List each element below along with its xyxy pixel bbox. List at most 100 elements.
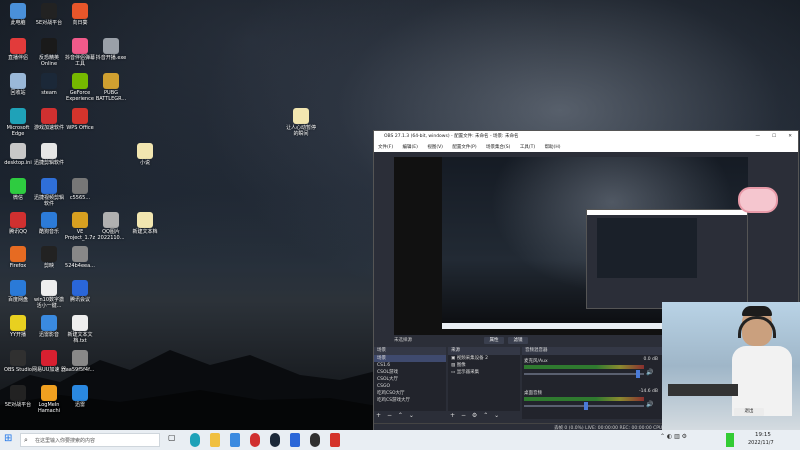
menu-view[interactable]: 视图(V) xyxy=(427,145,443,150)
desktop-icon-label: 新建文本文 档.txt xyxy=(67,332,93,344)
remove-scene-icon[interactable]: − xyxy=(387,412,392,419)
desktop-icon-label: 新建文本档 xyxy=(132,229,158,235)
search-input[interactable]: 在这里输入你要搜索的内容 xyxy=(35,437,95,444)
app-icon xyxy=(41,38,57,54)
desktop-icon[interactable]: PUBG BATTLEGR... xyxy=(93,73,129,102)
desktop-icon[interactable]: 向日葵 xyxy=(62,3,98,26)
desktop-icon[interactable]: 小说 xyxy=(127,143,163,166)
app-icon xyxy=(41,178,57,194)
windows-start-icon[interactable]: ⊞ xyxy=(4,433,16,447)
edge-icon[interactable] xyxy=(190,433,200,447)
scene-item[interactable]: 吃鸡CSO大厅 xyxy=(374,390,446,397)
app-icon xyxy=(72,280,88,296)
mixer-track-name: 麦克风/Aux xyxy=(524,359,548,364)
menu-scene-collection[interactable]: 场景集合(S) xyxy=(486,145,510,150)
desktop-icon-label: 迅雷 xyxy=(74,402,85,408)
app-icon xyxy=(41,385,57,401)
desktop-icon[interactable]: 让人心动暂停 的瞬间 xyxy=(283,108,319,137)
desktop-icon[interactable]: QQ图片 2022110... xyxy=(93,212,129,241)
desktop-icon-label: 524b4eea... xyxy=(65,263,95,269)
properties-button[interactable]: 属性 xyxy=(484,337,504,344)
app-icon[interactable] xyxy=(290,433,300,447)
game-icon[interactable] xyxy=(250,433,260,447)
desktop-icon[interactable]: c5565... xyxy=(62,178,98,201)
source-item[interactable]: ▨ 图像 xyxy=(448,362,520,369)
app-icon xyxy=(10,212,26,228)
volume-slider-handle[interactable] xyxy=(636,370,640,378)
obs-titlebar[interactable]: OBS 27.1.3 (64-bit, windows) - 配置文件: 未命名… xyxy=(374,131,798,143)
menu-edit[interactable]: 编辑(E) xyxy=(403,145,418,150)
task-view-icon[interactable]: ▢ xyxy=(168,433,176,447)
scene-item[interactable]: CSOL大厅 xyxy=(374,376,446,383)
scene-item[interactable]: CS1.6 xyxy=(374,362,446,369)
tray-icons[interactable]: ⌃ ◐ ▥ ⚙ xyxy=(660,433,687,447)
volume-slider-handle[interactable] xyxy=(584,402,588,410)
desktop-icon[interactable]: 新建文本文 档.txt xyxy=(62,315,98,344)
steam-icon[interactable] xyxy=(270,433,280,447)
mixer-header: 音频混音器 xyxy=(522,347,662,355)
add-scene-icon[interactable]: + xyxy=(376,412,381,419)
scene-item[interactable]: CSOL游戏 xyxy=(374,369,446,376)
media-icon[interactable] xyxy=(230,433,240,447)
move-down-icon[interactable]: ⌄ xyxy=(409,412,414,419)
app-icon xyxy=(10,3,26,19)
filters-button[interactable]: 滤镜 xyxy=(508,337,528,344)
move-up-icon[interactable]: ⌃ xyxy=(483,412,488,419)
scene-item[interactable]: 场景 xyxy=(374,355,446,362)
mixer-track: 桌面音频 -14.6 dB 🔊 xyxy=(524,389,660,417)
scene-item[interactable]: CSGO xyxy=(374,383,446,390)
desktop-icon[interactable]: 迅雷 xyxy=(62,385,98,408)
preview-nested-obs xyxy=(586,209,748,309)
desktop-icon[interactable]: 新建文本档 xyxy=(127,212,163,235)
menu-tools[interactable]: 工具(T) xyxy=(520,145,535,150)
clock-date[interactable]: 2022/11/7 xyxy=(748,440,774,450)
add-source-icon[interactable]: + xyxy=(450,412,455,419)
menu-help[interactable]: 帮助(H) xyxy=(545,145,561,150)
app-icon xyxy=(41,350,57,366)
remove-source-icon[interactable]: − xyxy=(461,412,466,419)
mixer-track-db: -14.6 dB xyxy=(638,389,658,394)
source-item[interactable]: ▣ 视频采集设备 2 xyxy=(448,355,520,362)
move-up-icon[interactable]: ⌃ xyxy=(398,412,403,419)
taskbar-search[interactable]: ⌕ 在这里输入你要搜索的内容 xyxy=(20,433,160,447)
no-source-label: 未选择源 xyxy=(394,338,412,343)
network-icon[interactable] xyxy=(726,433,734,447)
menu-file[interactable]: 文件(F) xyxy=(378,145,393,150)
close-icon[interactable]: ✕ xyxy=(788,131,792,143)
volume-slider[interactable] xyxy=(524,373,644,375)
scene-item[interactable]: 吃鸡CS游戏大厅 xyxy=(374,397,446,404)
keyboard xyxy=(668,384,738,396)
speaker-icon[interactable]: 🔊 xyxy=(646,369,653,376)
move-down-icon[interactable]: ⌄ xyxy=(494,412,499,419)
app-icon xyxy=(41,315,57,331)
mixer-panel: 麦克风/Aux 0.0 dB 🔊 桌面音频 -14.6 dB 🔊 xyxy=(522,355,662,419)
desktop-icon-label: 向日葵 xyxy=(72,20,88,26)
app-icon xyxy=(72,108,88,124)
app-icon xyxy=(72,73,88,89)
desktop-icon-label: WPS Office xyxy=(66,125,94,131)
app-icon xyxy=(10,315,26,331)
desktop-icon[interactable]: 迅捷剪辑软件 xyxy=(31,143,67,166)
desktop-icon[interactable]: 抖音开播.exe xyxy=(93,38,129,61)
folder-icon[interactable] xyxy=(210,433,220,447)
maximize-icon[interactable]: ☐ xyxy=(772,131,776,143)
desktop-icon[interactable]: WPS Office xyxy=(62,108,98,131)
app-icon xyxy=(10,350,26,366)
wps-icon[interactable] xyxy=(330,433,340,447)
source-label: 显示器采集 xyxy=(456,370,480,375)
app-icon xyxy=(103,212,119,228)
obs-menubar: 文件(F) 编辑(E) 视图(V) 配置文件(P) 场景集合(S) 工具(T) … xyxy=(374,143,798,152)
menu-profile[interactable]: 配置文件(P) xyxy=(452,145,476,150)
obs-taskbar-icon[interactable] xyxy=(310,433,320,447)
desktop-icon[interactable]: 524b4eea... xyxy=(62,246,98,269)
desktop-icon[interactable]: 腾讯会议 xyxy=(62,280,98,303)
minimize-icon[interactable]: — xyxy=(756,131,761,143)
gear-icon[interactable]: ⚙ xyxy=(472,412,477,419)
desktop-icon[interactable]: aa59f5f4f... xyxy=(62,350,98,373)
source-item[interactable]: ▭ 显示器采集 xyxy=(448,369,520,376)
desktop-icon-label: 让人心动暂停 的瞬间 xyxy=(285,125,316,137)
desktop-icon-label: c5565... xyxy=(69,195,91,201)
preview-sticker xyxy=(738,187,778,213)
exit-button[interactable]: 退出 xyxy=(734,408,764,416)
speaker-icon[interactable]: 🔊 xyxy=(646,401,653,408)
